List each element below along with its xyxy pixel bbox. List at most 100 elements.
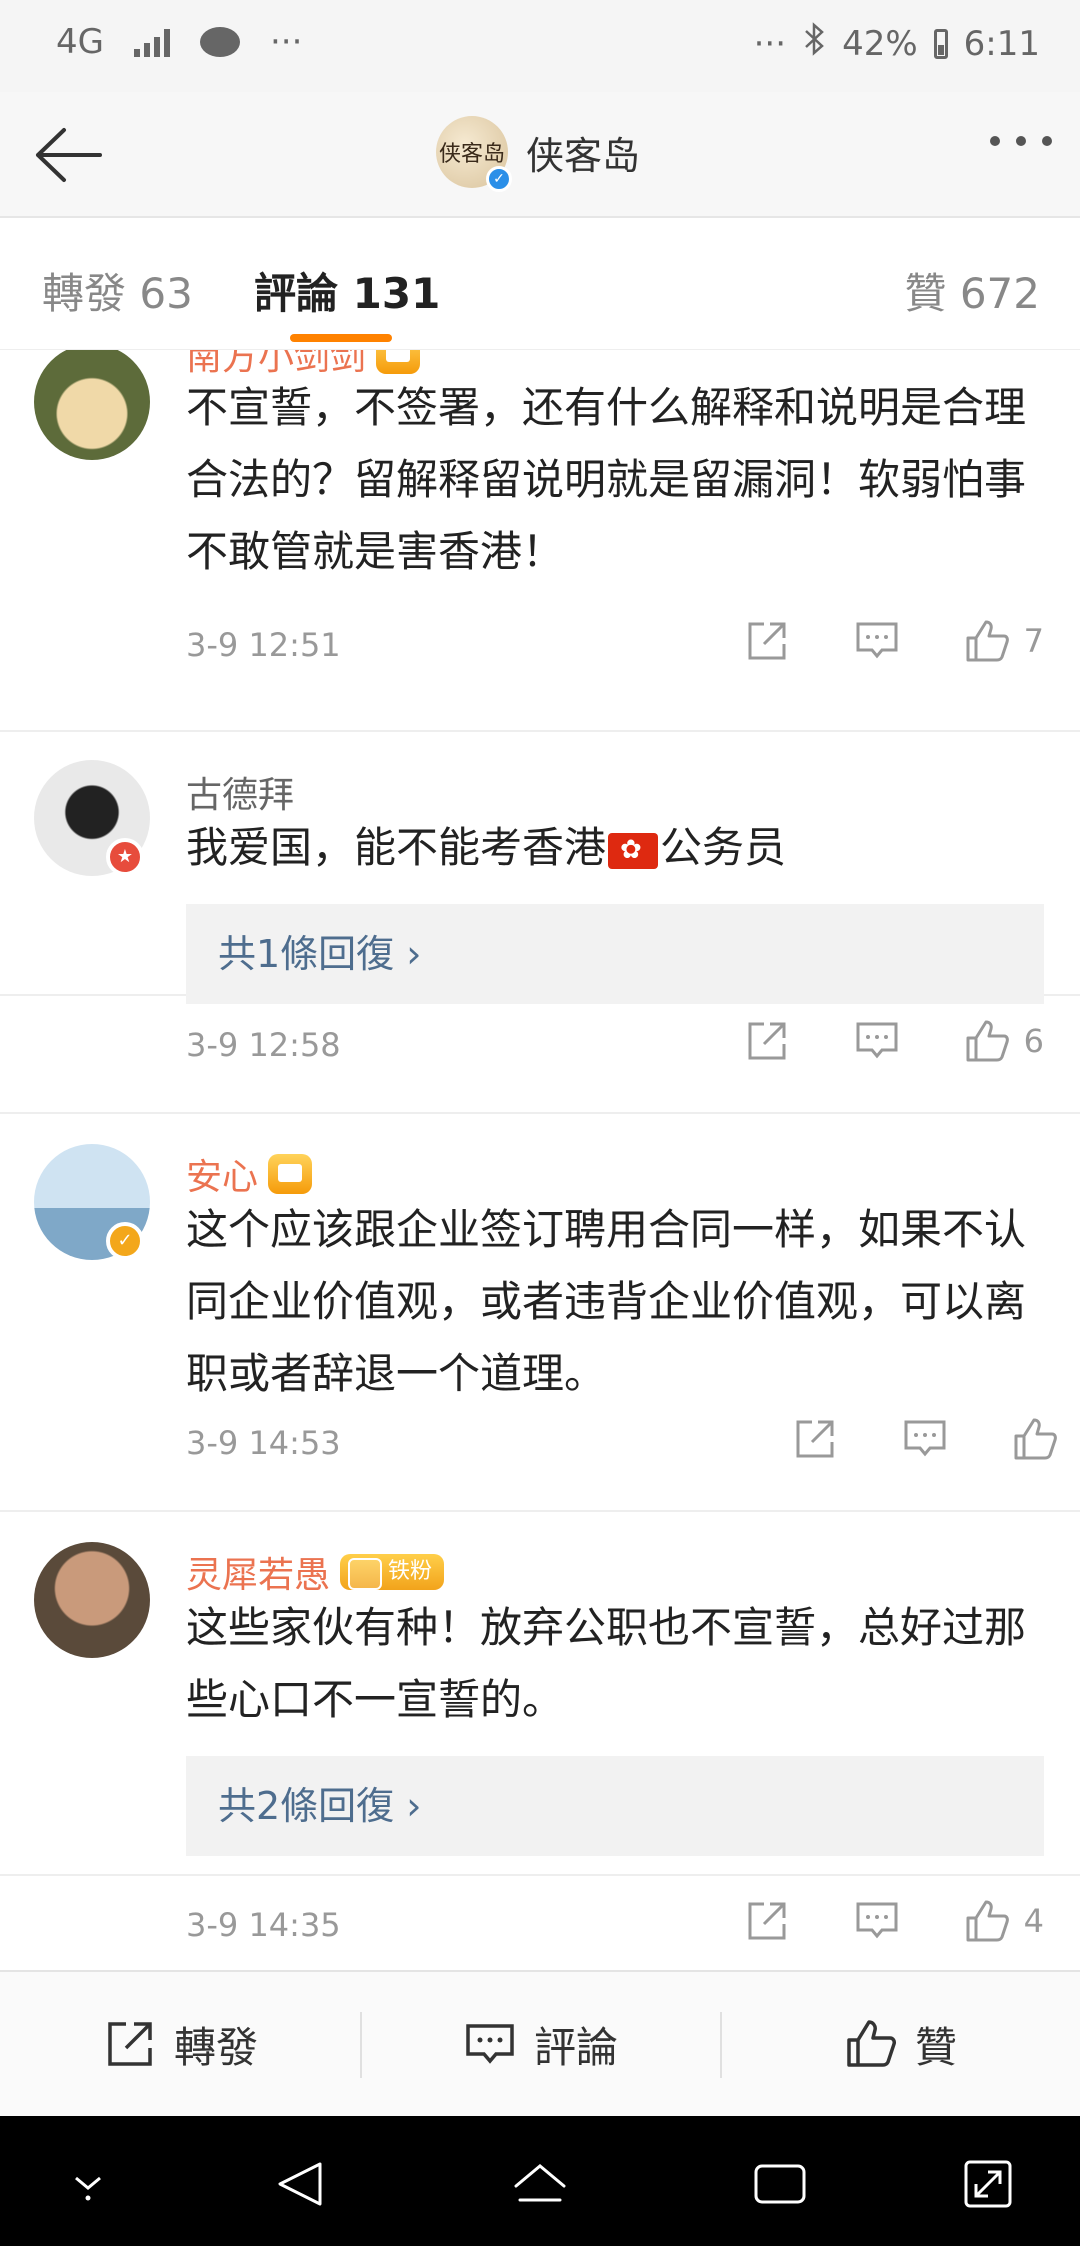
comment-time: 3-9 12:58 [186, 1026, 341, 1064]
comment-item: 灵犀若愚 铁粉 这些家伙有种！放弃公职也不宣誓，总好过那些心口不一宣誓的。 共2… [0, 1512, 1080, 1876]
commenter-name-row: 灵犀若愚 铁粉 [186, 1546, 445, 1598]
like-button[interactable]: 7 [962, 616, 1044, 666]
status-overflow-left: ··· [269, 22, 303, 62]
hide-keyboard-icon[interactable] [58, 2156, 118, 2212]
comment-icon [856, 1902, 898, 1939]
commenter-avatar[interactable] [34, 1542, 150, 1658]
share-icon [748, 622, 786, 660]
commenter-name[interactable]: 古德拜 [186, 766, 294, 818]
bottom-action-bar: 轉發 評論 贊 [0, 1970, 1080, 2116]
comment-time: 3-9 14:53 [186, 1424, 341, 1462]
like-post-button[interactable]: 贊 [720, 1972, 1080, 2116]
verified-badge-icon: ✓ [106, 1222, 144, 1260]
account-header[interactable]: 侠客岛 ✓ 侠客岛 [436, 116, 641, 192]
page-title: 侠客岛 [526, 133, 641, 178]
verified-badge-icon: ✓ [486, 166, 512, 192]
comment-text: 这个应该跟企业签订聘用合同一样，如果不认同企业价值观，或者违背企业价值观，可以离… [186, 1205, 1027, 1398]
network-indicator: 4G [56, 22, 104, 62]
comment-text-part: 公务员 [660, 823, 787, 872]
bluetooth-icon [802, 22, 826, 65]
status-overflow-right: ··· [753, 23, 787, 64]
tab-bar: 轉發 63 評論 131 贊 672 [0, 218, 1080, 350]
share-icon [108, 2022, 152, 2066]
reply-button[interactable] [852, 616, 902, 666]
tab-repost[interactable]: 轉發 63 [42, 260, 193, 321]
commenter-name-row: 安心 [186, 1148, 313, 1200]
comment-actions [790, 1414, 1072, 1464]
comment-item: ✓ 安心 这个应该跟企业签订聘用合同一样，如果不认同企业价值观，或者违背企业价值… [0, 1114, 1080, 1512]
comment-label: 評論 [533, 2022, 618, 2072]
share-button[interactable] [742, 1896, 792, 1946]
expand-icon[interactable] [958, 2156, 1018, 2212]
like-button[interactable]: 4 [962, 1896, 1044, 1946]
comment-actions: 6 [742, 1016, 1044, 1066]
view-replies-button[interactable]: 共1條回復 › [186, 904, 1044, 1004]
commenter-avatar[interactable] [34, 350, 150, 460]
commenter-name[interactable]: 安心 [186, 1148, 258, 1200]
clock: 6:11 [963, 23, 1040, 64]
like-button[interactable] [1010, 1414, 1072, 1464]
thumbs-up-icon [847, 2020, 896, 2067]
recent-apps-icon[interactable] [750, 2156, 810, 2212]
comment-time: 3-9 14:35 [186, 1906, 341, 1944]
commenter-name[interactable]: 灵犀若愚 [186, 1546, 330, 1598]
like-button[interactable]: 6 [962, 1016, 1044, 1066]
comment-actions: 4 [742, 1896, 1044, 1946]
share-button[interactable] [790, 1414, 840, 1464]
reply-button[interactable] [852, 1896, 902, 1946]
comment-text: 不宣誓，不签署，还有什么解释和说明是合理合法的？留解释留说明就是留漏洞！软弱怕事… [186, 383, 1027, 576]
share-icon [748, 1022, 786, 1060]
more-dots-icon[interactable] [990, 136, 1052, 146]
thumbs-up-icon [966, 1900, 1009, 1942]
vip-crown-icon [376, 350, 421, 374]
active-tab-indicator [290, 334, 392, 342]
navigation-bar: 侠客岛 ✓ 侠客岛 [0, 92, 1080, 218]
comment-text: 这些家伙有种！放弃公职也不宣誓，总好过那些心口不一宣誓的。 [186, 1603, 1027, 1724]
thumbs-up-icon [966, 1020, 1009, 1062]
reply-button[interactable] [852, 1016, 902, 1066]
tab-likes[interactable]: 贊 672 [904, 260, 1040, 321]
comment-icon [856, 1022, 898, 1059]
comment-icon [466, 2024, 514, 2064]
avatar-logo-text: 侠客岛 [438, 142, 505, 167]
reply-button[interactable] [900, 1414, 950, 1464]
comment-text-part: 我爱国，能不能考香港 [186, 823, 607, 872]
comment-footer: 3-9 12:58 6 [0, 994, 1080, 1114]
like-count: 4 [1023, 1902, 1044, 1940]
share-button[interactable] [742, 1016, 792, 1066]
share-icon [748, 1902, 786, 1940]
comment-list[interactable]: 南方小剑剑 不宣誓，不签署，还有什么解释和说明是合理合法的？留解释留说明就是留漏… [0, 350, 1080, 1970]
share-button[interactable] [742, 616, 792, 666]
like-count: 6 [1023, 1022, 1044, 1060]
home-icon[interactable] [510, 2156, 570, 2212]
comment-actions: 7 [742, 616, 1044, 666]
comment-footer: 3-9 14:35 4 [0, 1874, 1080, 1970]
back-arrow-icon[interactable] [28, 120, 104, 190]
comment-button[interactable]: 評論 [360, 1972, 720, 2116]
account-avatar[interactable]: 侠客岛 ✓ [436, 116, 512, 192]
repost-label: 轉發 [173, 2022, 258, 2072]
repost-button[interactable]: 轉發 [0, 1972, 360, 2116]
like-label: 贊 [914, 2022, 957, 2072]
tab-comments[interactable]: 評論 131 [254, 260, 440, 321]
comment-time: 3-9 12:51 [186, 626, 341, 664]
comment-item: ★ 古德拜 我爱国，能不能考香港 公务员 共1條回復 › [0, 732, 1080, 1004]
signal-icon [133, 27, 170, 57]
comment-icon [904, 1420, 946, 1457]
battery-percent: 42% [842, 23, 918, 64]
view-replies-button[interactable]: 共2條回復 › [186, 1756, 1044, 1856]
thumbs-up-icon [1014, 1418, 1057, 1460]
vip-crown-icon [268, 1154, 313, 1194]
share-icon [796, 1420, 834, 1458]
like-count: 7 [1023, 622, 1044, 660]
fan-badge: 铁粉 [340, 1554, 445, 1590]
notification-icon [199, 27, 240, 57]
battery-icon [933, 28, 948, 59]
comment-icon [856, 622, 898, 659]
status-bar: 4G ··· ··· 42% 6:11 [0, 0, 1080, 92]
back-triangle-icon[interactable] [270, 2156, 330, 2212]
commenter-name-row: 古德拜 [186, 766, 294, 818]
system-navigation-bar [0, 2116, 1080, 2246]
comment-item: 南方小剑剑 不宣誓，不签署，还有什么解释和说明是合理合法的？留解释留说明就是留漏… [0, 350, 1080, 732]
hong-kong-flag-icon [608, 832, 659, 869]
